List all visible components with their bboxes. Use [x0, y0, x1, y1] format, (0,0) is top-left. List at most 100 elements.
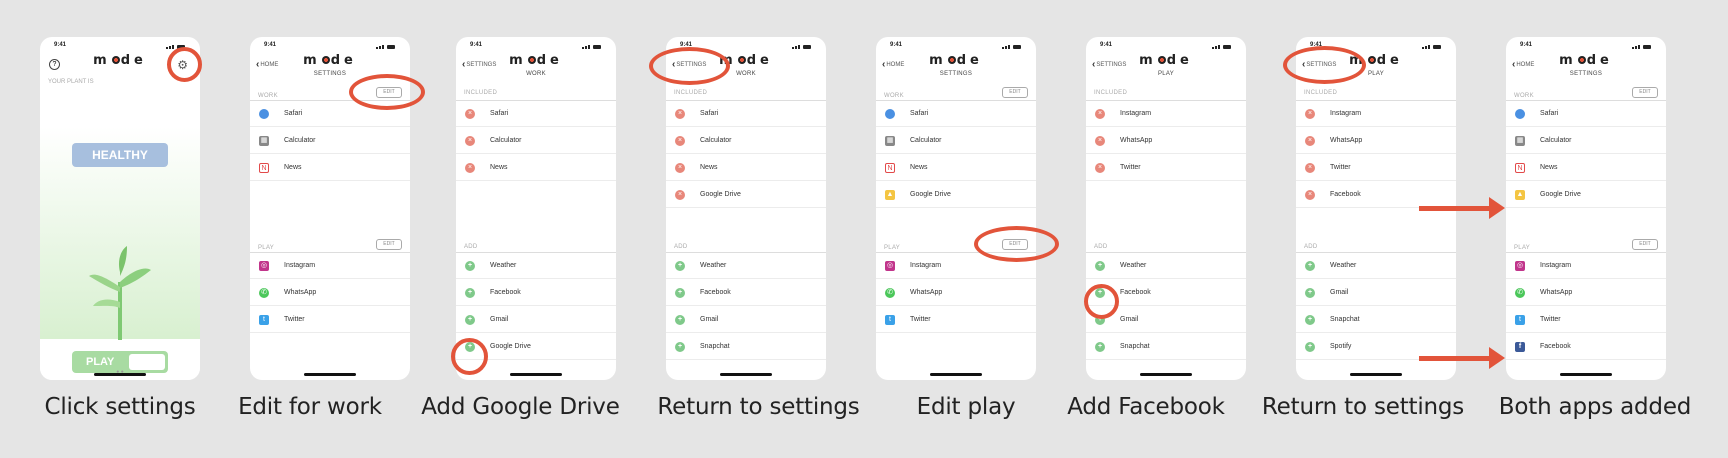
safari-icon — [1515, 109, 1525, 119]
remove-icon[interactable]: × — [465, 136, 475, 146]
list-item: ✆ WhatsApp — [1506, 280, 1666, 306]
highlight-settings-gear — [167, 47, 202, 82]
list-item: ▲ Google Drive — [876, 182, 1036, 208]
add-icon[interactable]: + — [675, 342, 685, 352]
remove-icon[interactable]: × — [1305, 109, 1315, 119]
remove-icon[interactable]: × — [675, 190, 685, 200]
caption: Return to settings — [657, 394, 860, 420]
included-label: INCLUDED — [674, 90, 708, 96]
calculator-icon: ▦ — [1515, 136, 1525, 146]
list-item: + Weather — [1296, 253, 1456, 279]
list-item: × Instagram — [1086, 101, 1246, 127]
caption: Add Google Drive — [421, 394, 620, 420]
remove-icon[interactable]: × — [675, 163, 685, 173]
add-icon[interactable]: + — [1305, 261, 1315, 271]
twitter-icon: t — [885, 315, 895, 325]
list-item: ✆ WhatsApp — [250, 280, 410, 306]
screen-settings-2: 9:41 HOME mde SETTINGS WORK EDIT Safari … — [876, 37, 1036, 380]
list-item: × Calculator — [456, 128, 616, 154]
add-icon[interactable]: + — [1095, 261, 1105, 271]
list-item: × News — [456, 155, 616, 181]
screen-work-edit-2: 9:41 SETTINGS mde WORK INCLUDED ×Safari … — [666, 37, 826, 380]
edit-work-button[interactable]: EDIT — [1002, 87, 1028, 98]
list-item: + Gmail — [666, 307, 826, 333]
remove-icon[interactable]: × — [1095, 163, 1105, 173]
remove-icon[interactable]: × — [465, 109, 475, 119]
remove-icon[interactable]: × — [1305, 163, 1315, 173]
list-item: + Snapchat — [1296, 307, 1456, 333]
list-item: × Safari — [666, 101, 826, 127]
included-label: INCLUDED — [1094, 90, 1128, 96]
add-label: ADD — [674, 244, 688, 250]
logo: m de — [1559, 53, 1613, 68]
play-section-label: PLAY — [884, 245, 901, 251]
remove-icon[interactable]: × — [1095, 136, 1105, 146]
page-title: PLAY — [1157, 71, 1175, 77]
list-item: Safari — [1506, 101, 1666, 127]
add-icon[interactable]: + — [1305, 342, 1315, 352]
included-label: INCLUDED — [464, 90, 498, 96]
twitter-icon: t — [259, 315, 269, 325]
list-item: + Weather — [666, 253, 826, 279]
highlight-edit-play — [974, 226, 1059, 262]
remove-icon[interactable]: × — [1305, 190, 1315, 200]
list-item: N News — [250, 155, 410, 181]
edit-play-button[interactable]: EDIT — [376, 239, 402, 250]
remove-icon[interactable]: × — [675, 136, 685, 146]
calculator-icon: ▦ — [259, 136, 269, 146]
remove-icon[interactable]: × — [1305, 136, 1315, 146]
remove-icon[interactable]: × — [1095, 109, 1105, 119]
caption: Edit play — [916, 394, 1016, 420]
edit-work-button[interactable]: EDIT — [1632, 87, 1658, 98]
page-title: SETTINGS — [1569, 71, 1603, 77]
caption: Return to settings — [1261, 394, 1465, 420]
google-drive-icon: ▲ — [1515, 190, 1525, 200]
list-item: f Facebook — [1506, 334, 1666, 360]
page-title: WORK — [526, 71, 546, 77]
work-section-label: WORK — [1514, 93, 1534, 99]
caption: Add Facebook — [1067, 394, 1225, 420]
edit-play-button[interactable]: EDIT — [1632, 239, 1658, 250]
list-item: + Snapchat — [666, 334, 826, 360]
add-label: ADD — [464, 244, 478, 250]
arrow-google-drive — [1419, 197, 1505, 219]
list-item: + Gmail — [456, 307, 616, 333]
whatsapp-icon: ✆ — [1515, 288, 1525, 298]
list-item: ▦ Calculator — [250, 128, 410, 154]
safari-icon — [885, 109, 895, 119]
list-item: N News — [876, 155, 1036, 181]
add-icon[interactable]: + — [675, 261, 685, 271]
add-icon[interactable]: + — [1305, 315, 1315, 325]
remove-icon[interactable]: × — [675, 109, 685, 119]
news-icon: N — [259, 163, 269, 173]
highlight-add-facebook — [1084, 284, 1119, 319]
list-item: × WhatsApp — [1296, 128, 1456, 154]
remove-icon[interactable]: × — [465, 163, 475, 173]
add-icon[interactable]: + — [675, 315, 685, 325]
screen-play-edit-1: 9:41 SETTINGS mde PLAY INCLUDED ×Instagr… — [1086, 37, 1246, 380]
list-item: × Google Drive — [666, 182, 826, 208]
highlight-add-google-drive — [451, 338, 488, 375]
list-item: N News — [1506, 155, 1666, 181]
highlight-back-settings — [1283, 46, 1366, 84]
list-item: ✆ WhatsApp — [876, 280, 1036, 306]
list-item: ◎ Instagram — [1506, 253, 1666, 279]
help-icon[interactable]: ? — [49, 59, 60, 70]
list-item: × Safari — [456, 101, 616, 127]
highlight-edit-work — [349, 74, 425, 110]
add-icon[interactable]: + — [465, 315, 475, 325]
google-drive-icon: ▲ — [885, 190, 895, 200]
highlight-back-settings — [649, 47, 730, 85]
add-icon[interactable]: + — [675, 288, 685, 298]
list-item: t Twitter — [250, 307, 410, 333]
add-icon[interactable]: + — [1095, 342, 1105, 352]
add-icon[interactable]: + — [1305, 288, 1315, 298]
list-item: ▦ Calculator — [876, 128, 1036, 154]
page-title: SETTINGS — [939, 71, 973, 77]
logo: m de — [509, 53, 563, 68]
instagram-icon: ◎ — [259, 261, 269, 271]
add-icon[interactable]: + — [465, 261, 475, 271]
included-label: INCLUDED — [1304, 90, 1338, 96]
screen-home: 9:41 m de ? ⚙ YOUR PLANT IS HEALTHY PLAY … — [40, 37, 200, 380]
add-icon[interactable]: + — [465, 288, 475, 298]
